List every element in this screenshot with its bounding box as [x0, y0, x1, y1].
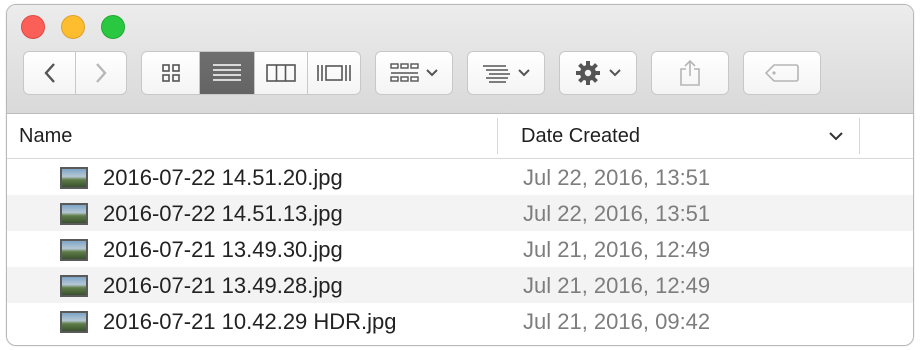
tag-icon — [764, 64, 799, 82]
arrange-icon — [483, 65, 510, 83]
navigation-buttons — [23, 51, 127, 95]
file-name: 2016-07-21 13.49.28.jpg — [103, 273, 343, 298]
group-icon — [390, 63, 419, 82]
action-button[interactable] — [559, 51, 637, 95]
file-name: 2016-07-22 14.51.13.jpg — [103, 201, 343, 226]
close-button[interactable] — [21, 15, 45, 39]
chevron-down-icon — [518, 69, 530, 77]
file-date-created: Jul 21, 2016, 09:42 — [523, 309, 711, 334]
view-mode-control — [141, 51, 361, 95]
list-item[interactable]: 2016-07-21 13.49.28.jpg Jul 21, 2016, 12… — [7, 267, 913, 303]
column-header-date-created[interactable]: Date Created — [521, 114, 640, 158]
list-item[interactable]: 2016-07-21 10.42.29 HDR.jpg Jul 21, 2016… — [7, 303, 913, 339]
list-item[interactable]: 2016-07-22 14.51.13.jpg Jul 22, 2016, 13… — [7, 195, 913, 231]
file-date-created: Jul 22, 2016, 13:51 — [523, 165, 711, 190]
zoom-button[interactable] — [101, 15, 125, 39]
minimize-button[interactable] — [61, 15, 85, 39]
group-by-button[interactable] — [375, 51, 453, 95]
list-item[interactable]: 2016-07-22 14.51.20.jpg Jul 22, 2016, 13… — [7, 159, 913, 195]
file-name: 2016-07-22 14.51.20.jpg — [103, 165, 343, 190]
image-thumbnail-icon — [60, 239, 88, 261]
column-divider[interactable] — [497, 118, 498, 154]
toolbar — [7, 5, 913, 114]
coverflow-view-button[interactable] — [307, 52, 360, 94]
column-header-name[interactable]: Name — [19, 114, 72, 158]
icon-view-button[interactable] — [142, 52, 199, 94]
list-icon — [213, 64, 241, 81]
share-icon — [680, 59, 700, 86]
column-divider[interactable] — [859, 118, 860, 154]
arrange-button[interactable] — [467, 51, 545, 95]
column-view-button[interactable] — [254, 52, 307, 94]
image-thumbnail-icon — [60, 311, 88, 333]
file-list: 2016-07-22 14.51.20.jpg Jul 22, 2016, 13… — [7, 159, 913, 339]
coverflow-icon — [317, 65, 351, 81]
image-thumbnail-icon — [60, 275, 88, 297]
columns-icon — [266, 64, 296, 82]
list-item[interactable]: 2016-07-21 13.49.30.jpg Jul 21, 2016, 12… — [7, 231, 913, 267]
chevron-right-icon — [96, 63, 107, 83]
file-date-created: Jul 21, 2016, 12:49 — [523, 273, 711, 298]
back-button[interactable] — [24, 52, 75, 94]
list-view-button[interactable] — [199, 52, 254, 94]
file-date-created: Jul 21, 2016, 12:49 — [523, 237, 711, 262]
image-thumbnail-icon — [60, 167, 88, 189]
column-header: Name Date Created — [7, 114, 913, 159]
tags-button[interactable] — [743, 51, 821, 95]
gear-icon — [576, 61, 600, 85]
image-thumbnail-icon — [60, 203, 88, 225]
grid-icon — [161, 64, 180, 82]
chevron-left-icon — [43, 63, 55, 83]
file-name: 2016-07-21 13.49.30.jpg — [103, 237, 343, 262]
chevron-down-icon — [426, 69, 438, 77]
sort-chevron-down-icon[interactable] — [829, 132, 843, 142]
share-button[interactable] — [651, 51, 729, 95]
file-date-created: Jul 22, 2016, 13:51 — [523, 201, 711, 226]
chevron-down-icon — [609, 69, 621, 77]
forward-button[interactable] — [75, 52, 126, 94]
finder-window: Name Date Created 2016-07-22 14.51.20.jp… — [6, 4, 914, 346]
file-name: 2016-07-21 10.42.29 HDR.jpg — [103, 309, 397, 334]
